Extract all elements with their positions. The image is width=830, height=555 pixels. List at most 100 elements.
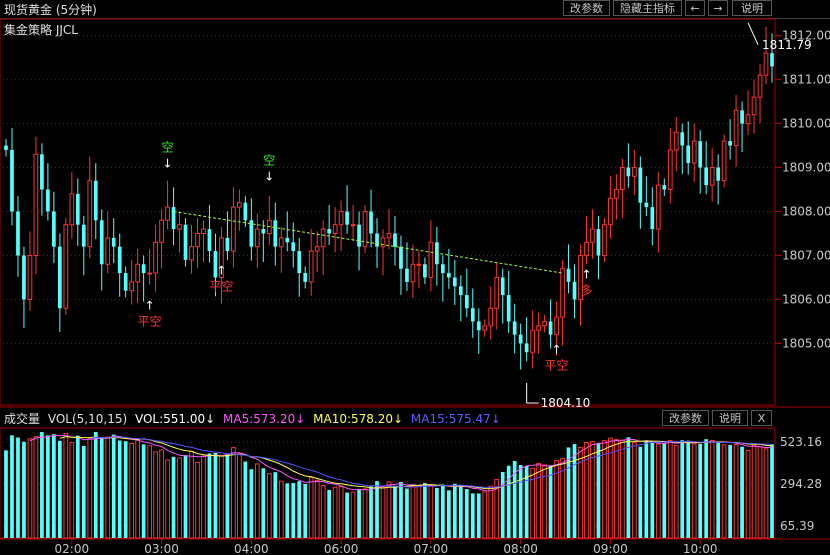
candle-body-down: [644, 202, 649, 208]
candle-body-down: [369, 211, 373, 234]
volume-bar-up: [536, 463, 541, 539]
volume-bar-up: [135, 439, 141, 539]
time-tick-label: 07:00: [414, 542, 449, 555]
volume-bar-down: [638, 446, 643, 538]
volume-bar-up: [266, 473, 272, 539]
candle-body-down: [243, 202, 248, 221]
candle-body-down: [572, 281, 577, 300]
volume-bar-down: [596, 442, 601, 538]
volume-edit-params-button[interactable]: 改参数: [662, 410, 709, 426]
signal-cover-label: 平空: [209, 279, 233, 293]
volume-bar-down: [303, 483, 308, 538]
signal-long-label: 多: [580, 284, 592, 298]
candle-body-up: [386, 232, 392, 239]
candle-body-down: [393, 233, 397, 247]
volume-bar-down: [423, 483, 427, 538]
volume-bar-down: [22, 441, 26, 538]
volume-bar-up: [721, 444, 727, 539]
candle-body-up: [159, 219, 164, 243]
volume-tick-label: 523.16: [780, 435, 822, 449]
ma5-value: MA5:573.20↓: [223, 412, 306, 426]
candle-body-up: [105, 237, 111, 265]
candle-body-down: [81, 224, 86, 247]
volume-bar-up: [338, 485, 344, 539]
candle-body-down: [680, 132, 685, 146]
volume-bar-down: [548, 465, 553, 538]
volume-bar-down: [75, 435, 80, 538]
candle-body-down: [476, 321, 481, 331]
volume-bar-down: [46, 435, 50, 538]
signal-short-label: 空: [162, 141, 174, 155]
volume-bar-down: [225, 454, 230, 538]
volume-bar-up: [751, 444, 757, 539]
high-price-label: 1811.79: [762, 38, 812, 52]
candle-body-down: [46, 189, 50, 212]
volume-bar-down: [476, 493, 481, 538]
candle-body-down: [512, 321, 517, 335]
volume-bar-down: [740, 446, 744, 538]
volume-bar-down: [81, 445, 86, 538]
candle-body-down: [171, 207, 176, 230]
volume-bar-down: [297, 481, 302, 538]
volume-bar-down: [399, 481, 403, 538]
volume-bar-down: [650, 442, 655, 538]
candle-body-up: [691, 140, 697, 164]
candle-body-up: [195, 232, 200, 248]
candle-body-up: [231, 206, 236, 252]
candle-body-down: [704, 167, 709, 186]
volume-bar-up: [159, 449, 164, 539]
candle-body-down: [357, 224, 361, 247]
candle-body-up: [608, 197, 613, 226]
time-tick-label: 09:00: [593, 542, 628, 555]
volume-bar-up: [33, 436, 39, 539]
volume-bar-down: [393, 485, 397, 538]
volume-title: 成交量: [4, 412, 41, 426]
candle-body-down: [123, 273, 128, 291]
volume-bar-up: [332, 486, 338, 539]
price-tick-label: 1808.00: [782, 205, 830, 219]
volume-bar-up: [314, 479, 320, 539]
candle-body-down: [470, 308, 475, 322]
candle-body-down: [548, 321, 553, 335]
volume-bar-up: [482, 491, 488, 539]
time-tick-label: 10:00: [683, 542, 718, 555]
candle-body-up: [237, 202, 242, 208]
volume-bar-up: [745, 449, 751, 539]
candle-body-down: [566, 268, 571, 282]
volume-bar-up: [614, 439, 619, 539]
volume-bar-up: [219, 454, 224, 539]
volume-bar-down: [518, 465, 523, 538]
signal-up-arrow: ↑: [581, 268, 591, 282]
price-tick-label: 1807.00: [782, 248, 830, 262]
volume-bar-up: [87, 438, 93, 539]
candle-body-down: [728, 141, 732, 146]
candle-body-up: [763, 52, 769, 76]
volume-bar-up: [757, 446, 763, 539]
candle-body-up: [554, 316, 559, 336]
volume-bar-up: [27, 438, 33, 539]
volume-bar-up: [410, 485, 416, 539]
volume-bar-down: [458, 485, 463, 538]
volume-bar-down: [213, 452, 218, 538]
candle-body-up: [530, 329, 535, 353]
candle-body-down: [716, 167, 721, 181]
candle-body-up: [536, 325, 541, 331]
volume-bar-down: [183, 455, 188, 538]
volume-bar-up: [416, 485, 422, 539]
volume-bar-down: [626, 437, 631, 538]
candle-body-up: [147, 272, 152, 275]
candle-body-down: [405, 268, 409, 282]
volume-bar-up: [308, 477, 314, 539]
candle-body-up: [153, 241, 158, 274]
volume-bar-down: [375, 481, 379, 538]
volume-close-icon[interactable]: X: [751, 410, 772, 426]
candle-body-up: [33, 153, 39, 256]
candle-body-down: [518, 334, 523, 344]
volume-bar-down: [93, 432, 98, 538]
volume-bar-up: [362, 488, 368, 539]
candle-body-up: [751, 96, 757, 116]
candle-body-up: [87, 180, 93, 248]
candle-body-down: [75, 193, 80, 225]
candle-body-down: [183, 224, 188, 260]
volume-help-button[interactable]: 说明: [712, 410, 748, 426]
